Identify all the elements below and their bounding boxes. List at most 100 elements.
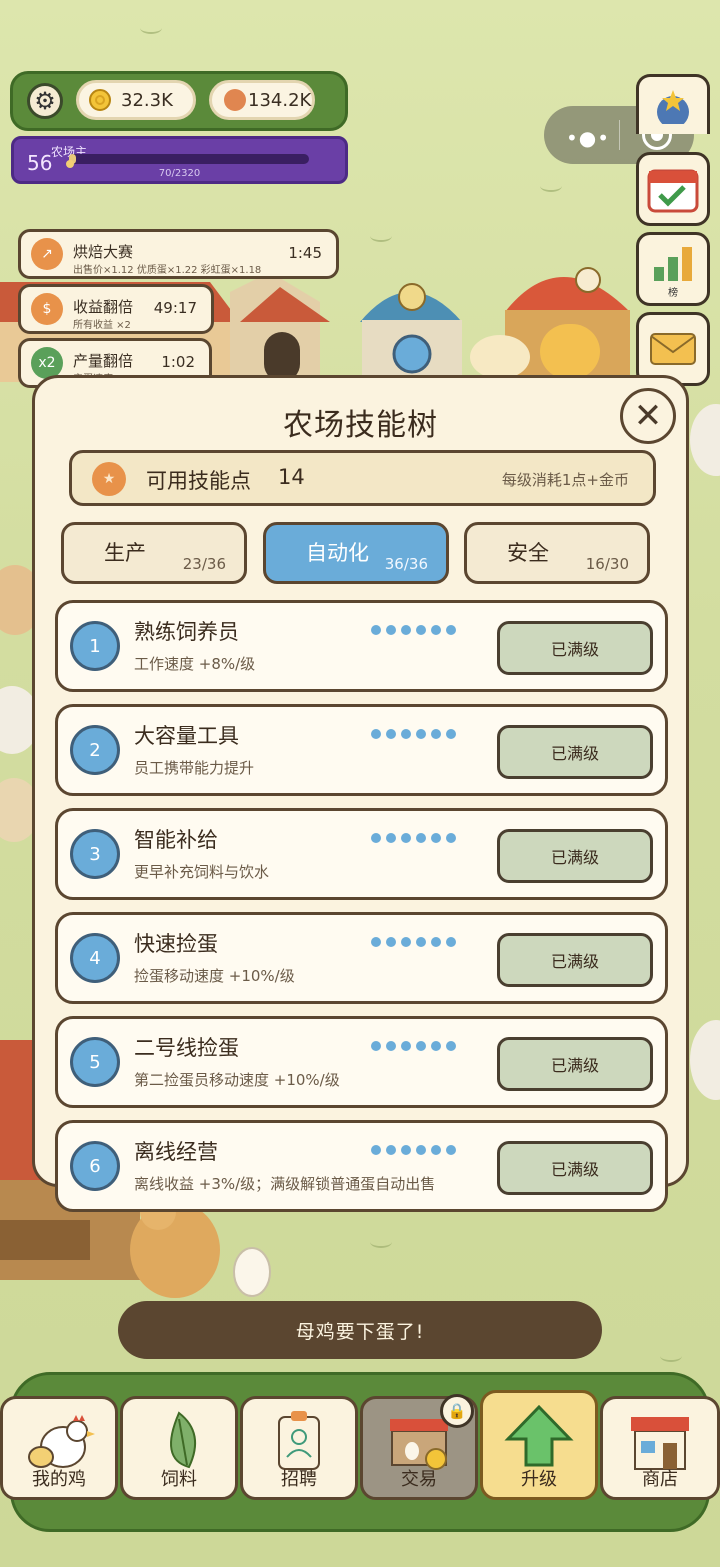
skill-number-badge: 2 [70, 725, 120, 775]
currency-hud: ⚙ 32.3K 134.2K [10, 71, 348, 131]
nav-label: 升级 [521, 1469, 557, 1490]
skill-row: 6 离线经营 离线收益 +3%/级；满级解锁普通蛋自动出售 已满级 [55, 1120, 668, 1212]
tab-security[interactable]: 安全 16/30 [464, 522, 650, 584]
settings-gear-icon[interactable]: ⚙ [27, 83, 63, 119]
buff-desc: 所有收益 ×2 [73, 320, 131, 331]
skill-row: 3 智能补给 更早补充饲料与饮水 已满级 [55, 808, 668, 900]
leaf-icon [170, 1411, 196, 1469]
tab-label: 自动化 [306, 541, 369, 565]
skill-desc: 更早补充饲料与饮水 [134, 863, 270, 881]
tab-count: 16/30 [585, 555, 629, 573]
skill-desc: 离线收益 +3%/级；满级解锁普通蛋自动出售 [134, 1175, 436, 1193]
exp-track [69, 154, 309, 164]
skill-row: 4 快速捡蛋 捡蛋移动速度 +10%/级 已满级 [55, 912, 668, 1004]
skill-points-bar: ★ 可用技能点 14 每级消耗1点+金币 [69, 450, 656, 506]
skill-maxed-button[interactable]: 已满级 [497, 1037, 653, 1091]
skill-name: 快速捡蛋 [134, 932, 218, 956]
skill-level-dots [371, 937, 456, 947]
up-arrow-icon [504, 1404, 574, 1467]
chicken-icon [28, 1415, 95, 1468]
notification-toast: 母鸡要下蛋了! [118, 1301, 602, 1359]
envelope-icon [650, 333, 696, 365]
skill-points-label: 可用技能点 [146, 469, 251, 493]
nav-label: 交易 [401, 1469, 437, 1490]
nav-label: 我的鸡 [32, 1469, 86, 1490]
buff-income-double[interactable]: $ 收益翻倍 所有收益 ×2 49:17 [18, 284, 214, 334]
modal-title: 农场技能树 [283, 408, 438, 443]
more-options-icon[interactable]: •●• [566, 126, 610, 150]
buff-name: 产量翻倍 [73, 352, 134, 370]
buff-bake-contest[interactable]: ↗ 烘焙大赛 出售价×1.12 优质蛋×1.22 彩虹蛋×1.18 1:45 [18, 229, 339, 279]
dollar-icon: $ [31, 293, 63, 325]
exp-progress-text: 70/2320 [158, 168, 201, 179]
skill-level-dots [371, 729, 456, 739]
trend-up-icon: ↗ [31, 238, 63, 270]
copper-coin-counter[interactable]: 134.2K [209, 80, 315, 120]
buff-name: 烘焙大赛 [73, 243, 134, 261]
skill-level-dots [371, 1041, 456, 1051]
nav-label: 饲料 [161, 1469, 197, 1490]
skill-maxed-button[interactable]: 已满级 [497, 621, 653, 675]
skill-number-badge: 3 [70, 829, 120, 879]
nav-recruit[interactable]: 招聘 [240, 1396, 358, 1500]
nav-upgrade[interactable]: 升级 [480, 1390, 598, 1500]
skill-name: 大容量工具 [134, 724, 239, 748]
skill-desc: 捡蛋移动速度 +10%/级 [134, 967, 295, 985]
skill-maxed-button[interactable]: 已满级 [497, 1141, 653, 1195]
tab-count: 36/36 [384, 555, 428, 573]
nav-my-chickens[interactable]: 我的鸡 [0, 1396, 118, 1500]
buff-desc: 出售价×1.12 优质蛋×1.22 彩虹蛋×1.18 [73, 265, 262, 276]
skill-desc: 员工携带能力提升 [134, 759, 255, 777]
skill-desc: 第二捡蛋员移动速度 +10%/级 [134, 1071, 340, 1089]
close-modal-button[interactable]: ✕ [620, 388, 676, 444]
buff-timer: 1:02 [161, 353, 195, 371]
nav-label: 招聘 [281, 1469, 317, 1490]
shop-icon [631, 1417, 689, 1470]
skill-maxed-button[interactable]: 已满级 [497, 725, 653, 779]
bar-chart-icon [654, 247, 692, 281]
exp-marker [66, 160, 74, 168]
grass-tuft [370, 230, 392, 242]
buff-name: 收益翻倍 [73, 298, 134, 316]
nav-feed[interactable]: 饲料 [120, 1396, 238, 1500]
skill-maxed-button[interactable]: 已满级 [497, 933, 653, 987]
skill-number-badge: 4 [70, 933, 120, 983]
gold-amount: 32.3K [121, 89, 173, 111]
nav-label: 商店 [642, 1469, 678, 1490]
tab-label: 安全 [507, 541, 549, 565]
skill-name: 智能补给 [134, 828, 218, 852]
daily-checkin-button[interactable] [636, 152, 710, 226]
lock-icon: 🔒 [440, 1394, 474, 1428]
calendar-check-icon [647, 169, 699, 213]
gold-coin-counter[interactable]: 32.3K [76, 80, 196, 120]
grass-tuft [140, 22, 162, 34]
skill-row: 1 熟练饲养员 工作速度 +8%/级 已满级 [55, 600, 668, 692]
skill-name: 熟练饲养员 [134, 620, 239, 644]
skill-points-value: 14 [278, 465, 305, 489]
skill-level-dots [371, 625, 456, 635]
copper-coin-icon [224, 89, 246, 111]
skill-level-dots [371, 833, 456, 843]
tab-label: 生产 [104, 541, 146, 565]
gold-coin-icon [89, 89, 111, 111]
skill-maxed-button[interactable]: 已满级 [497, 829, 653, 883]
capsule-divider [619, 120, 620, 150]
leaderboard-button[interactable]: 榜 [636, 232, 710, 306]
grass-tuft [370, 1236, 392, 1248]
tab-count: 23/36 [182, 555, 226, 573]
tab-automation[interactable]: 自动化 36/36 [263, 522, 449, 584]
close-icon: ✕ [633, 396, 663, 436]
event-button[interactable] [636, 74, 710, 134]
skill-desc: 工作速度 +8%/级 [134, 655, 256, 673]
player-level-bar[interactable]: 56 农场主 70/2320 [11, 136, 348, 184]
tab-production[interactable]: 生产 23/36 [61, 522, 247, 584]
skill-row: 5 二号线捡蛋 第二捡蛋员移动速度 +10%/级 已满级 [55, 1016, 668, 1108]
skill-name: 二号线捡蛋 [134, 1036, 239, 1060]
grass-tuft [660, 1350, 682, 1362]
skill-name: 离线经营 [134, 1140, 218, 1164]
buff-timer: 49:17 [153, 299, 197, 317]
buff-timer: 1:45 [288, 244, 322, 262]
nav-shop[interactable]: 商店 [600, 1396, 720, 1500]
skill-level-dots [371, 1145, 456, 1155]
skill-number-badge: 1 [70, 621, 120, 671]
